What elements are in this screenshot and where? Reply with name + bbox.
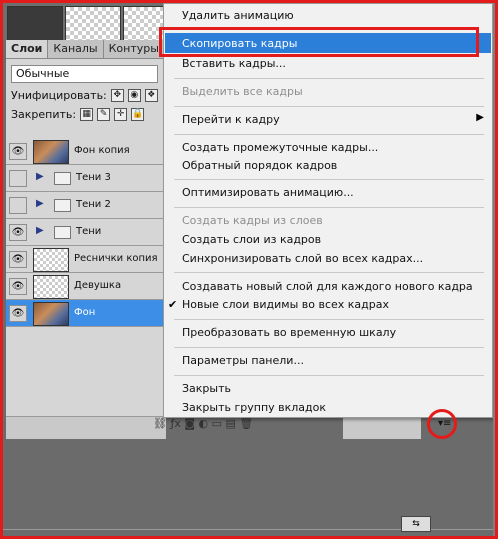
group-name: Тени 2 <box>76 199 111 210</box>
lock-row: Закрепить: ▦ ✎ ✛ 🔒 <box>6 102 163 121</box>
lock-label: Закрепить: <box>11 108 77 121</box>
menu-separator <box>174 319 484 320</box>
disclosure-arrow-icon[interactable]: ▶ <box>36 198 44 209</box>
menu-item-close[interactable]: Закрыть <box>182 382 231 395</box>
visibility-toggle[interactable] <box>9 197 27 214</box>
group-row[interactable]: ▶ Тени 3 <box>6 165 163 192</box>
menu-item-go-to-frame[interactable]: Перейти к кадру <box>182 113 280 126</box>
menu-separator <box>174 78 484 79</box>
unify-label: Унифицировать: <box>11 89 107 102</box>
blend-mode-select[interactable]: Обычные <box>11 65 158 83</box>
menu-item-optimize[interactable]: Оптимизировать анимацию... <box>182 186 354 199</box>
menu-item-select-all-frames: Выделить все кадры <box>182 85 303 98</box>
tab-paths[interactable]: Контуры <box>104 40 165 58</box>
layer-name: Девушка <box>74 280 122 291</box>
lock-transparency-icon[interactable]: ▦ <box>80 108 94 121</box>
status-bar-icon[interactable]: ⇆ <box>401 516 431 532</box>
menu-item-new-layer-each-frame[interactable]: Создавать новый слой для каждого нового … <box>182 280 473 293</box>
menu-separator <box>174 272 484 273</box>
menu-separator <box>174 179 484 180</box>
layers-panel-bottom-bar <box>6 416 166 439</box>
layers-panel: Слои Каналы Контуры Обычные Унифицироват… <box>6 40 165 438</box>
layer-action-icons[interactable]: ⛓ ƒx ◙ ◐ ▭ ▤ 🗑 <box>153 417 253 430</box>
frame-thumb[interactable] <box>65 6 121 42</box>
menu-item-frames-from-layers: Создать кадры из слоев <box>182 214 323 227</box>
menu-item-panel-options[interactable]: Параметры панели... <box>182 354 304 367</box>
unify-position-icon[interactable]: ✥ <box>110 89 124 102</box>
menu-item-convert-timeline[interactable]: Преобразовать во временную шкалу <box>182 326 396 339</box>
menu-separator <box>174 106 484 107</box>
group-row[interactable]: ▶ Тени 2 <box>6 192 163 219</box>
folder-icon <box>54 226 71 239</box>
layer-row[interactable]: 👁 Фон копия <box>6 138 163 165</box>
eye-icon[interactable]: 👁 <box>9 143 27 160</box>
unify-row: Унифицировать: ✥ ◉ ❖ <box>6 83 163 102</box>
panel-bottom-bar-right <box>343 416 421 439</box>
menu-item-layers-from-frames[interactable]: Создать слои из кадров <box>182 233 321 246</box>
panel-context-menu: Удалить анимацию Скопировать кадры Встав… <box>163 3 493 418</box>
disclosure-arrow-icon[interactable]: ▶ <box>36 171 44 182</box>
layer-row[interactable]: 👁 Реснички копия <box>6 246 163 273</box>
layer-row-selected[interactable]: 👁 Фон <box>6 300 163 327</box>
panel-tabs: Слои Каналы Контуры <box>6 40 165 59</box>
eye-icon[interactable]: 👁 <box>9 251 27 268</box>
checkmark-icon: ✔ <box>168 298 178 311</box>
menu-item-tween[interactable]: Создать промежуточные кадры... <box>182 141 378 154</box>
menu-item-new-layers-visible[interactable]: Новые слои видимы во всех кадрах <box>182 298 389 311</box>
annotation-rectangle <box>159 27 479 57</box>
menu-item-close-tab-group[interactable]: Закрыть группу вкладок <box>182 401 326 414</box>
tab-channels[interactable]: Каналы <box>48 40 104 58</box>
layer-name: Фон копия <box>74 145 130 156</box>
menu-separator <box>174 347 484 348</box>
disclosure-arrow-icon[interactable]: ▶ <box>36 225 44 236</box>
layer-name: Реснички копия <box>74 253 158 264</box>
unify-visibility-icon[interactable]: ◉ <box>127 89 141 102</box>
window-edge <box>493 3 495 536</box>
photoshop-workspace: Слои Каналы Контуры Обычные Унифицироват… <box>3 3 495 536</box>
tab-layers[interactable]: Слои <box>6 40 49 58</box>
layer-thumbnail <box>33 275 69 299</box>
unify-style-icon[interactable]: ❖ <box>144 89 158 102</box>
menu-separator <box>174 207 484 208</box>
menu-separator <box>174 375 484 376</box>
group-row[interactable]: 👁 ▶ Тени <box>6 219 163 246</box>
menu-item-paste-frames[interactable]: Вставить кадры... <box>182 57 286 70</box>
layer-thumbnail <box>33 302 69 326</box>
frame-thumb[interactable] <box>7 6 63 42</box>
layer-name: Фон <box>74 307 96 318</box>
layer-thumbnail <box>33 140 69 164</box>
folder-icon <box>54 172 71 185</box>
folder-icon <box>54 199 71 212</box>
lock-all-icon[interactable]: 🔒 <box>131 108 145 121</box>
eye-icon[interactable]: 👁 <box>9 305 27 322</box>
menu-item-delete-animation[interactable]: Удалить анимацию <box>182 9 294 22</box>
lock-brush-icon[interactable]: ✎ <box>97 108 111 121</box>
panel-menu-icon[interactable]: ▾≡ <box>438 418 451 429</box>
layer-thumbnail <box>33 248 69 272</box>
menu-separator <box>174 134 484 135</box>
layer-row[interactable]: 👁 Девушка <box>6 273 163 300</box>
lock-move-icon[interactable]: ✛ <box>114 108 128 121</box>
eye-icon[interactable]: 👁 <box>9 224 27 241</box>
layers-list: 👁 Фон копия ▶ Тени 3 ▶ Тени 2 👁 ▶ Тени 👁… <box>6 138 163 327</box>
eye-icon[interactable]: 👁 <box>9 278 27 295</box>
visibility-toggle[interactable] <box>9 170 27 187</box>
submenu-arrow-icon: ▶ <box>476 112 484 123</box>
menu-item-reverse-frames[interactable]: Обратный порядок кадров <box>182 159 337 172</box>
menu-item-sync-layer[interactable]: Синхронизировать слой во всех кадрах... <box>182 252 423 265</box>
group-name: Тени <box>76 226 102 237</box>
group-name: Тени 3 <box>76 172 111 183</box>
